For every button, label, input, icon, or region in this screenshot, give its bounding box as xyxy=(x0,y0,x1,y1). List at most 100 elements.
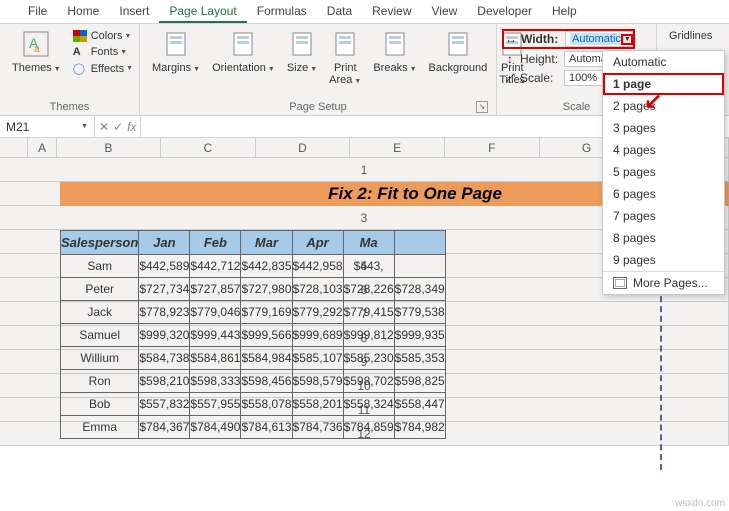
table-cell[interactable]: $727,980 xyxy=(241,278,292,301)
table-cell[interactable]: $779,415 xyxy=(343,301,394,324)
table-cell[interactable]: Bob xyxy=(61,393,139,416)
table-cell[interactable]: $558,447 xyxy=(394,393,445,416)
table-cell[interactable]: $584,984 xyxy=(241,347,292,370)
effects-button[interactable]: ◯Effects▼ xyxy=(73,62,133,75)
tab-file[interactable]: File xyxy=(18,0,57,23)
table-cell[interactable]: $728,103 xyxy=(292,278,343,301)
colors-button[interactable]: Colors▼ xyxy=(73,30,133,42)
table-cell[interactable]: $784,613 xyxy=(241,416,292,439)
table-cell[interactable]: $443, xyxy=(343,255,394,278)
tab-view[interactable]: View xyxy=(422,0,468,23)
select-all-corner[interactable] xyxy=(0,138,28,158)
table-header[interactable]: Mar xyxy=(241,231,292,255)
table-cell[interactable]: $779,292 xyxy=(292,301,343,324)
margins-button[interactable]: Margins▼ xyxy=(146,28,206,78)
table-cell[interactable]: $727,857 xyxy=(190,278,241,301)
width-option-1-page[interactable]: 1 page xyxy=(603,73,724,95)
table-cell[interactable]: $598,210 xyxy=(139,370,190,393)
name-box[interactable]: M21▼ xyxy=(0,116,95,137)
table-cell[interactable]: $557,832 xyxy=(139,393,190,416)
breaks-button[interactable]: Breaks▼ xyxy=(367,28,422,78)
width-option-6-pages[interactable]: 6 pages xyxy=(603,183,724,205)
col-header-C[interactable]: C xyxy=(161,138,256,158)
col-header-A[interactable]: A xyxy=(28,138,56,158)
table-cell[interactable]: $585,353 xyxy=(394,347,445,370)
more-pages-item[interactable]: More Pages... xyxy=(603,272,724,294)
fonts-button[interactable]: AFonts▼ xyxy=(73,46,133,58)
table-cell[interactable]: $778,923 xyxy=(139,301,190,324)
width-option-2-pages[interactable]: 2 pages xyxy=(603,95,724,117)
table-cell[interactable]: $557,955 xyxy=(190,393,241,416)
print-area-button[interactable]: PrintArea▼ xyxy=(323,28,367,90)
table-cell[interactable]: $784,367 xyxy=(139,416,190,439)
table-cell[interactable]: $728,349 xyxy=(394,278,445,301)
table-cell[interactable]: $727,734 xyxy=(139,278,190,301)
width-option-8-pages[interactable]: 8 pages xyxy=(603,227,724,249)
size-button[interactable]: Size▼ xyxy=(281,28,323,78)
table-cell[interactable]: Sam xyxy=(61,255,139,278)
table-cell[interactable]: $598,333 xyxy=(190,370,241,393)
col-header-D[interactable]: D xyxy=(256,138,351,158)
table-cell[interactable]: $999,812 xyxy=(343,324,394,347)
table-cell[interactable]: $558,201 xyxy=(292,393,343,416)
tab-home[interactable]: Home xyxy=(57,0,109,23)
table-cell[interactable]: Peter xyxy=(61,278,139,301)
table-cell[interactable]: $442,712 xyxy=(190,255,241,278)
table-cell[interactable]: $784,736 xyxy=(292,416,343,439)
table-header[interactable]: Apr xyxy=(292,231,343,255)
width-control[interactable]: ↔ Width: Automatic▼ xyxy=(503,30,634,48)
table-cell[interactable]: $779,046 xyxy=(190,301,241,324)
tab-help[interactable]: Help xyxy=(542,0,587,23)
col-header-E[interactable]: E xyxy=(350,138,445,158)
width-option-5-pages[interactable]: 5 pages xyxy=(603,161,724,183)
table-cell[interactable]: $784,982 xyxy=(394,416,445,439)
col-header-B[interactable]: B xyxy=(57,138,161,158)
table-cell[interactable]: $784,859 xyxy=(343,416,394,439)
table-cell[interactable]: $442,958 xyxy=(292,255,343,278)
name-box-dropdown[interactable]: ▼ xyxy=(81,123,88,130)
table-cell[interactable]: $598,456 xyxy=(241,370,292,393)
table-cell[interactable]: $598,579 xyxy=(292,370,343,393)
table-cell[interactable]: $584,738 xyxy=(139,347,190,370)
table-cell[interactable]: Willium xyxy=(61,347,139,370)
table-cell[interactable]: $584,861 xyxy=(190,347,241,370)
table-cell[interactable]: $999,689 xyxy=(292,324,343,347)
tab-review[interactable]: Review xyxy=(362,0,421,23)
table-cell[interactable]: $779,538 xyxy=(394,301,445,324)
table-cell[interactable]: $999,935 xyxy=(394,324,445,347)
table-cell[interactable]: $598,825 xyxy=(394,370,445,393)
background-button[interactable]: Background xyxy=(423,28,494,76)
tab-developer[interactable]: Developer xyxy=(467,0,542,23)
table-cell[interactable]: $999,443 xyxy=(190,324,241,347)
table-cell[interactable]: $598,702 xyxy=(343,370,394,393)
width-option-4-pages[interactable]: 4 pages xyxy=(603,139,724,161)
col-header-F[interactable]: F xyxy=(445,138,540,158)
fx-icon[interactable]: fx xyxy=(127,120,136,134)
table-cell[interactable]: Jack xyxy=(61,301,139,324)
table-header[interactable]: Feb xyxy=(190,231,241,255)
table-cell[interactable]: $585,107 xyxy=(292,347,343,370)
tab-formulas[interactable]: Formulas xyxy=(247,0,317,23)
table-cell[interactable]: $442,835 xyxy=(241,255,292,278)
table-cell[interactable]: $728,226 xyxy=(343,278,394,301)
table-cell[interactable]: $999,566 xyxy=(241,324,292,347)
width-option-3-pages[interactable]: 3 pages xyxy=(603,117,724,139)
tab-data[interactable]: Data xyxy=(317,0,362,23)
table-cell[interactable] xyxy=(394,255,445,278)
width-option-9-pages[interactable]: 9 pages xyxy=(603,249,724,271)
table-cell[interactable]: $999,320 xyxy=(139,324,190,347)
tab-page-layout[interactable]: Page Layout xyxy=(159,0,246,23)
width-option-automatic[interactable]: Automatic xyxy=(603,51,724,73)
table-cell[interactable]: Emma xyxy=(61,416,139,439)
table-cell[interactable]: $558,324 xyxy=(343,393,394,416)
themes-button[interactable]: Aa Themes▼ xyxy=(6,28,67,78)
table-cell[interactable]: $784,490 xyxy=(190,416,241,439)
table-cell[interactable]: $442,589 xyxy=(139,255,190,278)
table-cell[interactable]: $779,169 xyxy=(241,301,292,324)
table-cell[interactable]: Samuel xyxy=(61,324,139,347)
table-cell[interactable]: $585,230 xyxy=(343,347,394,370)
table-header[interactable] xyxy=(394,231,445,255)
table-cell[interactable]: $558,078 xyxy=(241,393,292,416)
table-header[interactable]: Salesperson xyxy=(61,231,139,255)
table-header[interactable]: Ma xyxy=(343,231,394,255)
